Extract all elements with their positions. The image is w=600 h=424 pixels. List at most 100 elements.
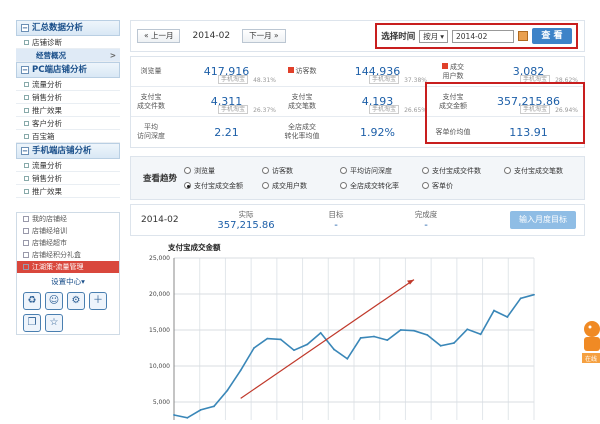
tool-link[interactable]: 我的店铺经 [17,213,119,225]
trend-title: 查看趋势 [143,174,178,184]
trend-radio[interactable]: 客单价 [422,181,504,191]
trend-radio[interactable]: 支付宝成交金额 [184,181,262,191]
trend-radio[interactable]: 浏览量 [184,166,262,176]
metric-icon [442,62,448,69]
data-point [386,339,389,341]
calendar-icon[interactable] [518,31,528,41]
metric-cell[interactable]: 支付宝 成交件数 4,311 手机淘宝 26.37% [131,87,282,116]
sidebar-item-label: 推广效果 [32,105,62,115]
quick-tool-icon[interactable]: ☺ [45,292,63,310]
radio-label: 支付宝成交金额 [194,181,243,190]
quick-tool-icon[interactable]: ⚙ [67,292,85,310]
sidebar-item[interactable]: 店铺诊断 [16,36,120,49]
quick-tool-icon[interactable]: ☆ [45,314,63,332]
expand-icon: − [21,66,29,74]
prev-month-button[interactable]: « 上一月 [137,29,181,43]
y-tick-label: 10,000 [149,363,170,370]
metrics-row: 平均 访问深度 2.21 全店成交 转化率均值 1.92% 客单价均值 113.91 [131,117,584,147]
metric-cell[interactable]: 访客数 144,936 手机淘宝 37.38% [282,57,433,86]
metric-cell[interactable]: 支付宝 成交金额 357,215.86 手机淘宝 26.94% [433,87,584,116]
radio-icon [262,182,269,189]
bullet-icon [24,94,29,100]
sidebar-item[interactable]: 推广效果 [16,185,120,198]
trend-radio[interactable]: 全店成交转化率 [340,181,422,191]
trend-radio[interactable]: 平均访问深度 [340,166,422,176]
main-panel: « 上一月 2014-02 下一月 » 选择时间 按月 ▾ 2014-02 查 … [130,20,585,236]
sidebar-item[interactable]: 流量分析 [16,78,120,91]
date-input[interactable]: 2014-02 [452,29,514,43]
metric-label: 支付宝 成交笔数 [282,93,322,111]
metric-label: 成交 用户数 [433,62,473,81]
expand-icon: − [21,147,29,155]
sidebar-item[interactable]: 销售分析 [16,172,120,185]
trend-chart: 支付宝成交金额 5,000 10,000 15,000 20,000 25,000 [130,240,550,424]
sidebar-item[interactable]: 客户分析 [16,117,120,130]
tool-link[interactable]: 店铺经培训 [17,225,119,237]
radio-label: 成交用户数 [272,181,307,190]
mobile-tag: 手机淘宝 [217,75,248,84]
y-tick-label: 5,000 [153,399,170,406]
data-point [346,357,349,360]
next-month-button[interactable]: 下一月 » [242,29,286,43]
tools-panel: 我的店铺经 店铺经培训 店铺经超市店铺经积分礼盒江湖策-流量管理 设置中心▾ ♻ ☺ ⚙ ＋ ❐… [16,212,120,335]
data-point [266,337,269,340]
metric-cell[interactable]: 全店成交 转化率均值 1.92% [282,117,433,147]
sidebar-section-header[interactable]: − 手机端店铺分析 [16,143,120,159]
mascot-icon[interactable]: 在线 [578,315,600,365]
sidebar-item[interactable]: 流量分析 [16,159,120,172]
data-point [199,409,202,411]
radio-icon [184,167,191,174]
data-point [466,328,469,331]
radio-label: 平均访问深度 [350,166,392,175]
tool-link[interactable]: 店铺经积分礼盒 [17,249,119,261]
sidebar-section-header[interactable]: − PC端店铺分析 [16,62,120,78]
chevron-down-icon: ▾ [81,277,85,286]
metric-label: 全店成交 转化率均值 [282,123,322,141]
quick-tool-icon[interactable]: ＋ [89,292,107,310]
metric-label-text: 全店成交 转化率均值 [284,123,320,140]
data-point [413,329,415,332]
bullet-icon [24,162,29,168]
metric-label: 平均 访问深度 [131,123,171,141]
tool-label: 店铺经积分礼盒 [32,251,81,259]
radio-label: 支付宝成交笔数 [514,166,563,175]
chart-svg: 5,000 10,000 15,000 20,000 25,000 [149,255,535,420]
metric-cell[interactable]: 客单价均值 113.91 [433,117,584,147]
metric-cell[interactable]: 平均 访问深度 2.21 [131,117,282,147]
tool-link[interactable]: 店铺经超市 [17,237,119,249]
trend-radio[interactable]: 访客数 [262,166,340,176]
granularity-select[interactable]: 按月 ▾ [419,29,448,43]
goal-month: 2014-02 [141,215,179,225]
sidebar-item[interactable]: 经营概况 > [16,49,120,62]
trend-radio[interactable]: 支付宝成交笔数 [504,166,584,176]
sidebar-item[interactable]: 推广效果 [16,104,120,117]
mobile-tag: 手机淘宝 [368,75,399,84]
trend-radio[interactable]: 成交用户数 [262,181,340,191]
radio-icon [422,182,429,189]
quick-tool-icon[interactable]: ♻ [23,292,41,310]
metric-cell[interactable]: 成交 用户数 3,082 手机淘宝 28.62% [433,57,584,86]
data-point [426,334,429,336]
data-point [239,369,242,372]
tool-link[interactable]: 江湖策-流量管理 [17,261,119,273]
tool-icon [23,228,29,234]
time-selector: 选择时间 按月 ▾ 2014-02 查 看 [375,23,578,49]
sidebar-item[interactable]: 销售分析 [16,91,120,104]
sidebar-item-label: 经营概况 [36,50,66,60]
metric-cell[interactable]: 支付宝 成交笔数 4,193 手机淘宝 26.65% [282,87,433,116]
metric-percent: 26.65% [404,107,427,114]
metric-label-text: 浏览量 [140,67,162,75]
quick-tool-icon[interactable]: ❐ [23,314,41,332]
metric-label: 浏览量 [131,67,171,76]
settings-center-link[interactable]: 设置中心▾ [17,273,119,290]
data-point [493,309,495,312]
enter-monthly-goal-button[interactable]: 输入月度目标 [510,211,576,229]
metric-cell[interactable]: 浏览量 417,916 手机淘宝 48.31% [131,57,282,86]
query-button[interactable]: 查 看 [532,28,572,44]
sidebar-item[interactable]: 百宝箱 [16,130,120,143]
data-point [213,405,215,408]
radio-label: 访客数 [272,166,293,175]
trend-radio[interactable]: 支付宝成交件数 [422,166,504,176]
mobile-tag: 手机淘宝 [217,105,248,114]
sidebar-section-header[interactable]: − 汇总数据分析 [16,20,120,36]
